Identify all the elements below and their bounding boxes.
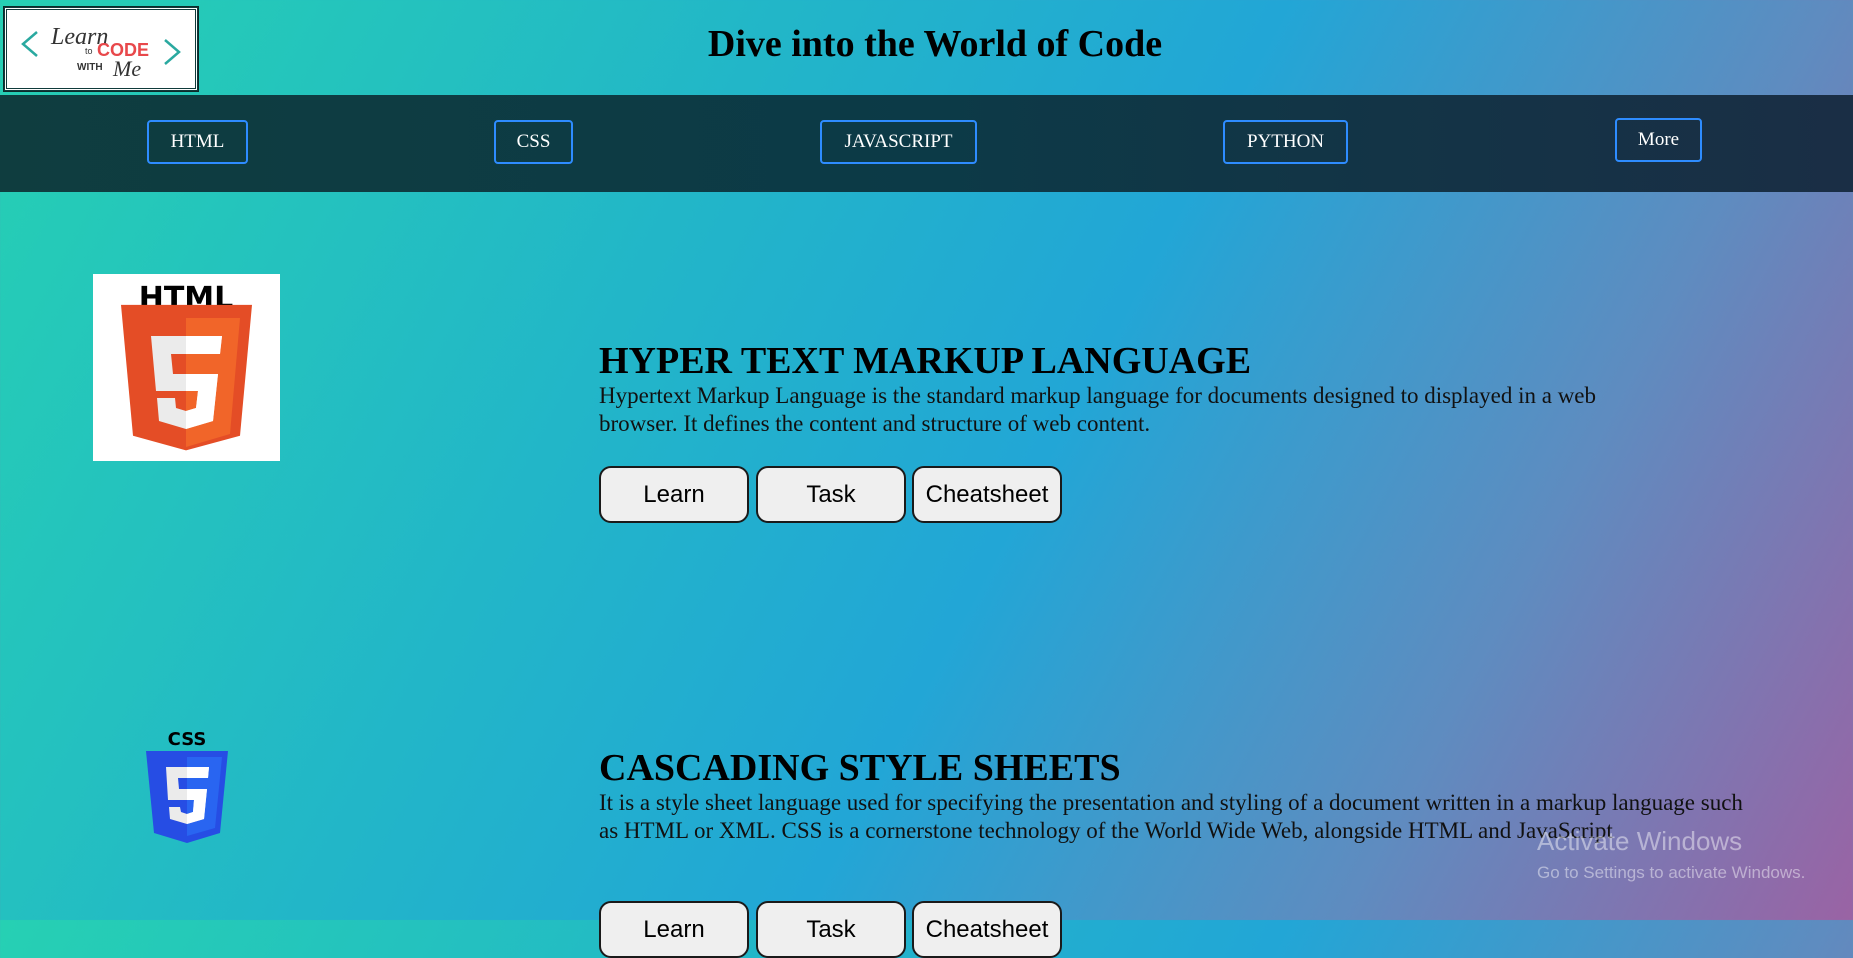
nav-javascript-button[interactable]: JAVASCRIPT (820, 120, 977, 164)
nav-html-button[interactable]: HTML (147, 120, 248, 164)
nav-css-button[interactable]: CSS (494, 120, 573, 164)
watermark-title: Activate Windows (1537, 826, 1743, 856)
nav-more-button[interactable]: More (1615, 118, 1702, 162)
section-title-css: CASCADING STYLE SHEETS (599, 747, 1121, 789)
section-title-html: HYPER TEXT MARKUP LANGUAGE (599, 340, 1252, 382)
css3-logo-icon: CSS (142, 727, 232, 847)
css-learn-button[interactable]: Learn (599, 901, 749, 958)
nav-python-button[interactable]: PYTHON (1223, 120, 1348, 164)
main-nav: HTML CSS JAVASCRIPT PYTHON More (0, 95, 1853, 192)
css-cheatsheet-button[interactable]: Cheatsheet (912, 901, 1062, 958)
activate-windows-watermark: Activate Windows Go to Settings to activ… (1537, 826, 1805, 883)
html-learn-button[interactable]: Learn (599, 466, 749, 523)
svg-text:CSS: CSS (168, 729, 207, 750)
css-task-button[interactable]: Task (756, 901, 906, 958)
page-title: Dive into the World of Code (707, 23, 1163, 65)
html-cheatsheet-button[interactable]: Cheatsheet (912, 466, 1062, 523)
watermark-subtitle: Go to Settings to activate Windows. (1537, 863, 1806, 882)
html5-logo-icon: HTML (93, 274, 280, 461)
section-desc-html: Hypertext Markup Language is the standar… (599, 383, 1597, 436)
site-header: Learn to CODE WITH Me Dive into the Worl… (0, 0, 1853, 95)
html-task-button[interactable]: Task (756, 466, 906, 523)
